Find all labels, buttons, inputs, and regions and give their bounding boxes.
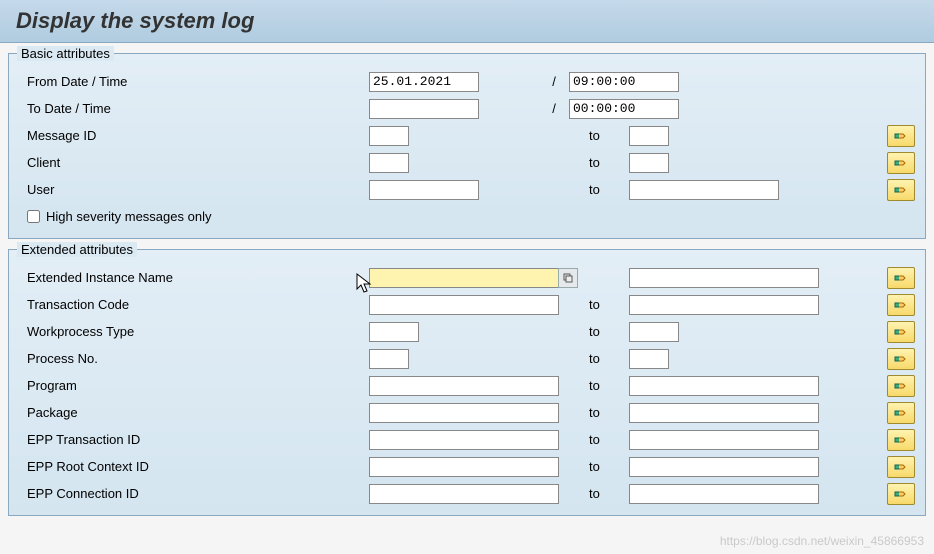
- procno-label: Process No.: [19, 351, 369, 366]
- package-to-input[interactable]: [629, 403, 819, 423]
- multiple-selection-icon: [894, 272, 908, 284]
- watermark-text: https://blog.csdn.net/weixin_45866953: [720, 534, 924, 548]
- multiple-selection-icon: [894, 184, 908, 196]
- to-label: to: [569, 432, 629, 447]
- package-label: Package: [19, 405, 369, 420]
- epp-rcid-to-input[interactable]: [629, 457, 819, 477]
- tcode-from-input[interactable]: [369, 295, 559, 315]
- message-id-label: Message ID: [19, 128, 369, 143]
- procno-from-input[interactable]: [369, 349, 409, 369]
- multiple-selection-icon: [894, 326, 908, 338]
- tcode-to-input[interactable]: [629, 295, 819, 315]
- client-to-input[interactable]: [629, 153, 669, 173]
- epp-rcid-more-button[interactable]: [887, 456, 915, 478]
- epp-conn-label: EPP Connection ID: [19, 486, 369, 501]
- extended-attributes-group: Extended attributes Extended Instance Na…: [8, 249, 926, 516]
- to-label: to: [569, 405, 629, 420]
- epp-tid-label: EPP Transaction ID: [19, 432, 369, 447]
- program-to-input[interactable]: [629, 376, 819, 396]
- multiple-selection-icon: [894, 461, 908, 473]
- multiple-selection-icon: [894, 353, 908, 365]
- program-more-button[interactable]: [887, 375, 915, 397]
- epp-conn-more-button[interactable]: [887, 483, 915, 505]
- multiple-selection-icon: [894, 407, 908, 419]
- basic-attributes-title: Basic attributes: [17, 46, 114, 61]
- user-to-input[interactable]: [629, 180, 779, 200]
- user-more-button[interactable]: [887, 179, 915, 201]
- to-label: to: [569, 128, 629, 143]
- to-label: to: [569, 378, 629, 393]
- to-label: to: [569, 351, 629, 366]
- program-label: Program: [19, 378, 369, 393]
- date-time-separator: /: [539, 74, 569, 89]
- procno-more-button[interactable]: [887, 348, 915, 370]
- instance-name-from-input[interactable]: [369, 268, 559, 288]
- wptype-from-input[interactable]: [369, 322, 419, 342]
- wptype-to-input[interactable]: [629, 322, 679, 342]
- to-date-label: To Date / Time: [19, 101, 369, 116]
- epp-rcid-label: EPP Root Context ID: [19, 459, 369, 474]
- multiple-selection-icon: [894, 434, 908, 446]
- wptype-label: Workprocess Type: [19, 324, 369, 339]
- high-severity-label: High severity messages only: [46, 209, 211, 224]
- message-id-to-input[interactable]: [629, 126, 669, 146]
- to-date-input[interactable]: [369, 99, 479, 119]
- user-label: User: [19, 182, 369, 197]
- to-label: to: [569, 155, 629, 170]
- to-label: to: [569, 297, 629, 312]
- epp-tid-to-input[interactable]: [629, 430, 819, 450]
- page-header: Display the system log: [0, 0, 934, 43]
- message-id-more-button[interactable]: [887, 125, 915, 147]
- multiple-selection-icon: [894, 488, 908, 500]
- user-from-input[interactable]: [369, 180, 479, 200]
- procno-to-input[interactable]: [629, 349, 669, 369]
- epp-conn-from-input[interactable]: [369, 484, 559, 504]
- multiple-selection-icon: [894, 299, 908, 311]
- extended-attributes-title: Extended attributes: [17, 242, 137, 257]
- to-time-input[interactable]: [569, 99, 679, 119]
- from-date-input[interactable]: [369, 72, 479, 92]
- tcode-label: Transaction Code: [19, 297, 369, 312]
- client-from-input[interactable]: [369, 153, 409, 173]
- wptype-more-button[interactable]: [887, 321, 915, 343]
- from-time-input[interactable]: [569, 72, 679, 92]
- epp-rcid-from-input[interactable]: [369, 457, 559, 477]
- instance-name-to-input[interactable]: [629, 268, 819, 288]
- to-label: to: [569, 459, 629, 474]
- multiple-selection-icon: [894, 130, 908, 142]
- multiple-selection-icon: [894, 157, 908, 169]
- package-more-button[interactable]: [887, 402, 915, 424]
- message-id-from-input[interactable]: [369, 126, 409, 146]
- epp-tid-more-button[interactable]: [887, 429, 915, 451]
- value-help-icon: [563, 273, 573, 283]
- high-severity-checkbox[interactable]: [27, 210, 40, 223]
- page-title: Display the system log: [16, 8, 918, 34]
- multiple-selection-icon: [894, 380, 908, 392]
- client-more-button[interactable]: [887, 152, 915, 174]
- to-label: to: [569, 182, 629, 197]
- date-time-separator: /: [539, 101, 569, 116]
- to-label: to: [569, 324, 629, 339]
- basic-attributes-group: Basic attributes From Date / Time / To D…: [8, 53, 926, 239]
- instance-name-f4-button[interactable]: [558, 268, 578, 288]
- to-label: to: [569, 486, 629, 501]
- tcode-more-button[interactable]: [887, 294, 915, 316]
- program-from-input[interactable]: [369, 376, 559, 396]
- package-from-input[interactable]: [369, 403, 559, 423]
- epp-tid-from-input[interactable]: [369, 430, 559, 450]
- instance-more-button[interactable]: [887, 267, 915, 289]
- epp-conn-to-input[interactable]: [629, 484, 819, 504]
- instance-name-label: Extended Instance Name: [19, 270, 369, 285]
- from-date-label: From Date / Time: [19, 74, 369, 89]
- client-label: Client: [19, 155, 369, 170]
